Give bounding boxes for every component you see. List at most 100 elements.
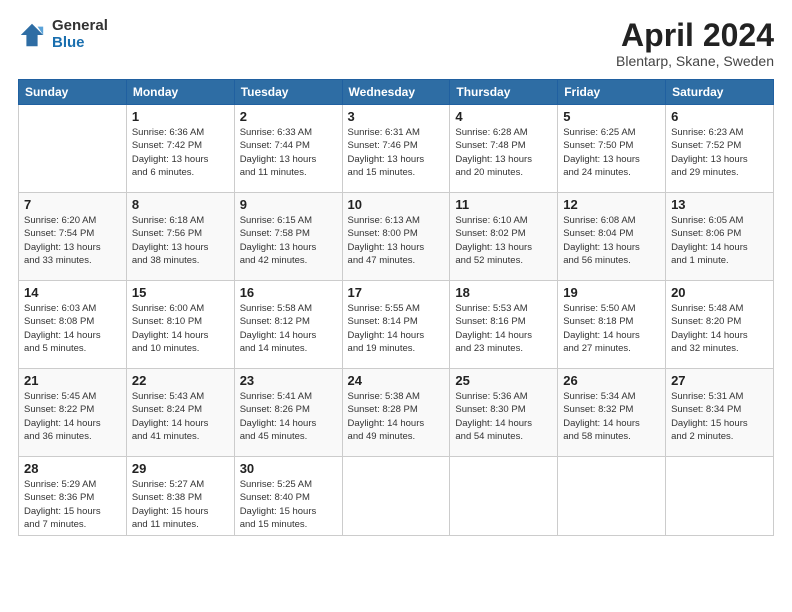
- day-info: Sunrise: 6:23 AM Sunset: 7:52 PM Dayligh…: [671, 126, 768, 179]
- day-info: Sunrise: 5:43 AM Sunset: 8:24 PM Dayligh…: [132, 390, 229, 443]
- day-number: 30: [240, 461, 337, 476]
- calendar-table: SundayMondayTuesdayWednesdayThursdayFrid…: [18, 79, 774, 536]
- logo: General Blue: [18, 18, 108, 51]
- calendar-cell: [450, 457, 558, 536]
- day-number: 4: [455, 109, 552, 124]
- day-info: Sunrise: 5:25 AM Sunset: 8:40 PM Dayligh…: [240, 478, 337, 531]
- calendar-cell: 12 Sunrise: 6:08 AM Sunset: 8:04 PM Dayli…: [558, 193, 666, 281]
- calendar-cell: 29 Sunrise: 5:27 AM Sunset: 8:38 PM Dayli…: [126, 457, 234, 536]
- column-header-friday: Friday: [558, 80, 666, 105]
- calendar-week-row: 14 Sunrise: 6:03 AM Sunset: 8:08 PM Dayli…: [19, 281, 774, 369]
- calendar-week-row: 1Sunrise: 6:36 AM Sunset: 7:42 PM Daylig…: [19, 105, 774, 193]
- calendar-cell: 30 Sunrise: 5:25 AM Sunset: 8:40 PM Dayli…: [234, 457, 342, 536]
- day-info: Sunrise: 5:27 AM Sunset: 8:38 PM Dayligh…: [132, 478, 229, 531]
- day-info: Sunrise: 5:31 AM Sunset: 8:34 PM Dayligh…: [671, 390, 768, 443]
- calendar-cell: 9Sunrise: 6:15 AM Sunset: 7:58 PM Daylig…: [234, 193, 342, 281]
- column-header-tuesday: Tuesday: [234, 80, 342, 105]
- day-info: Sunrise: 6:08 AM Sunset: 8:04 PM Dayligh…: [563, 214, 660, 267]
- day-info: Sunrise: 6:00 AM Sunset: 8:10 PM Dayligh…: [132, 302, 229, 355]
- day-info: Sunrise: 6:10 AM Sunset: 8:02 PM Dayligh…: [455, 214, 552, 267]
- day-number: 13: [671, 197, 768, 212]
- calendar-cell: 17 Sunrise: 5:55 AM Sunset: 8:14 PM Dayli…: [342, 281, 450, 369]
- day-info: Sunrise: 6:31 AM Sunset: 7:46 PM Dayligh…: [348, 126, 445, 179]
- day-info: Sunrise: 6:13 AM Sunset: 8:00 PM Dayligh…: [348, 214, 445, 267]
- day-number: 16: [240, 285, 337, 300]
- calendar-cell: 21 Sunrise: 5:45 AM Sunset: 8:22 PM Dayli…: [19, 369, 127, 457]
- day-info: Sunrise: 5:53 AM Sunset: 8:16 PM Dayligh…: [455, 302, 552, 355]
- day-info: Sunrise: 6:33 AM Sunset: 7:44 PM Dayligh…: [240, 126, 337, 179]
- calendar-cell: 8 Sunrise: 6:18 AM Sunset: 7:56 PM Daylig…: [126, 193, 234, 281]
- day-number: 12: [563, 197, 660, 212]
- day-number: 5: [563, 109, 660, 124]
- day-info: Sunrise: 5:58 AM Sunset: 8:12 PM Dayligh…: [240, 302, 337, 355]
- calendar-cell: 2Sunrise: 6:33 AM Sunset: 7:44 PM Daylig…: [234, 105, 342, 193]
- day-info: Sunrise: 5:38 AM Sunset: 8:28 PM Dayligh…: [348, 390, 445, 443]
- calendar-cell: [666, 457, 774, 536]
- day-number: 27: [671, 373, 768, 388]
- day-number: 9: [240, 197, 337, 212]
- day-number: 23: [240, 373, 337, 388]
- calendar-week-row: 28Sunrise: 5:29 AM Sunset: 8:36 PM Dayli…: [19, 457, 774, 536]
- day-number: 15: [132, 285, 229, 300]
- calendar-cell: 24 Sunrise: 5:38 AM Sunset: 8:28 PM Dayli…: [342, 369, 450, 457]
- day-number: 17: [348, 285, 445, 300]
- day-info: Sunrise: 5:41 AM Sunset: 8:26 PM Dayligh…: [240, 390, 337, 443]
- calendar-cell: 20Sunrise: 5:48 AM Sunset: 8:20 PM Dayli…: [666, 281, 774, 369]
- day-info: Sunrise: 5:55 AM Sunset: 8:14 PM Dayligh…: [348, 302, 445, 355]
- calendar-week-row: 7Sunrise: 6:20 AM Sunset: 7:54 PM Daylig…: [19, 193, 774, 281]
- calendar-cell: 15 Sunrise: 6:00 AM Sunset: 8:10 PM Dayli…: [126, 281, 234, 369]
- logo-icon: [18, 21, 46, 49]
- calendar-header-row: SundayMondayTuesdayWednesdayThursdayFrid…: [19, 80, 774, 105]
- logo-blue-text: Blue: [52, 35, 108, 52]
- calendar-cell: [342, 457, 450, 536]
- calendar-cell: 6Sunrise: 6:23 AM Sunset: 7:52 PM Daylig…: [666, 105, 774, 193]
- column-header-thursday: Thursday: [450, 80, 558, 105]
- calendar-cell: 10 Sunrise: 6:13 AM Sunset: 8:00 PM Dayli…: [342, 193, 450, 281]
- day-info: Sunrise: 6:18 AM Sunset: 7:56 PM Dayligh…: [132, 214, 229, 267]
- column-header-wednesday: Wednesday: [342, 80, 450, 105]
- day-number: 10: [348, 197, 445, 212]
- day-info: Sunrise: 5:36 AM Sunset: 8:30 PM Dayligh…: [455, 390, 552, 443]
- calendar-cell: 18 Sunrise: 5:53 AM Sunset: 8:16 PM Dayli…: [450, 281, 558, 369]
- day-number: 14: [24, 285, 121, 300]
- day-number: 29: [132, 461, 229, 476]
- calendar-cell: 11 Sunrise: 6:10 AM Sunset: 8:02 PM Dayli…: [450, 193, 558, 281]
- calendar-cell: 23 Sunrise: 5:41 AM Sunset: 8:26 PM Dayli…: [234, 369, 342, 457]
- logo-general-text: General: [52, 18, 108, 35]
- day-number: 8: [132, 197, 229, 212]
- day-number: 19: [563, 285, 660, 300]
- calendar-cell: 3Sunrise: 6:31 AM Sunset: 7:46 PM Daylig…: [342, 105, 450, 193]
- calendar-cell: 26 Sunrise: 5:34 AM Sunset: 8:32 PM Dayli…: [558, 369, 666, 457]
- day-number: 21: [24, 373, 121, 388]
- calendar-cell: 19Sunrise: 5:50 AM Sunset: 8:18 PM Dayli…: [558, 281, 666, 369]
- calendar-cell: 5 Sunrise: 6:25 AM Sunset: 7:50 PM Daylig…: [558, 105, 666, 193]
- calendar-cell: 14 Sunrise: 6:03 AM Sunset: 8:08 PM Dayli…: [19, 281, 127, 369]
- calendar-cell: 27 Sunrise: 5:31 AM Sunset: 8:34 PM Dayli…: [666, 369, 774, 457]
- calendar-cell: 4 Sunrise: 6:28 AM Sunset: 7:48 PM Daylig…: [450, 105, 558, 193]
- day-number: 11: [455, 197, 552, 212]
- day-info: Sunrise: 6:28 AM Sunset: 7:48 PM Dayligh…: [455, 126, 552, 179]
- calendar-cell: 25Sunrise: 5:36 AM Sunset: 8:30 PM Dayli…: [450, 369, 558, 457]
- day-number: 18: [455, 285, 552, 300]
- day-info: Sunrise: 6:03 AM Sunset: 8:08 PM Dayligh…: [24, 302, 121, 355]
- day-number: 24: [348, 373, 445, 388]
- column-header-monday: Monday: [126, 80, 234, 105]
- page: General Blue April 2024 Blentarp, Skane,…: [0, 0, 792, 612]
- logo-text: General Blue: [52, 18, 108, 51]
- column-header-sunday: Sunday: [19, 80, 127, 105]
- day-info: Sunrise: 6:20 AM Sunset: 7:54 PM Dayligh…: [24, 214, 121, 267]
- day-info: Sunrise: 6:05 AM Sunset: 8:06 PM Dayligh…: [671, 214, 768, 267]
- calendar-cell: [19, 105, 127, 193]
- day-info: Sunrise: 5:29 AM Sunset: 8:36 PM Dayligh…: [24, 478, 121, 531]
- day-info: Sunrise: 5:34 AM Sunset: 8:32 PM Dayligh…: [563, 390, 660, 443]
- calendar-cell: [558, 457, 666, 536]
- day-number: 20: [671, 285, 768, 300]
- calendar-cell: 13 Sunrise: 6:05 AM Sunset: 8:06 PM Dayli…: [666, 193, 774, 281]
- calendar-cell: 16 Sunrise: 5:58 AM Sunset: 8:12 PM Dayli…: [234, 281, 342, 369]
- day-info: Sunrise: 5:45 AM Sunset: 8:22 PM Dayligh…: [24, 390, 121, 443]
- day-number: 26: [563, 373, 660, 388]
- day-info: Sunrise: 6:25 AM Sunset: 7:50 PM Dayligh…: [563, 126, 660, 179]
- column-header-saturday: Saturday: [666, 80, 774, 105]
- calendar-week-row: 21 Sunrise: 5:45 AM Sunset: 8:22 PM Dayli…: [19, 369, 774, 457]
- title-block: April 2024 Blentarp, Skane, Sweden: [616, 18, 774, 69]
